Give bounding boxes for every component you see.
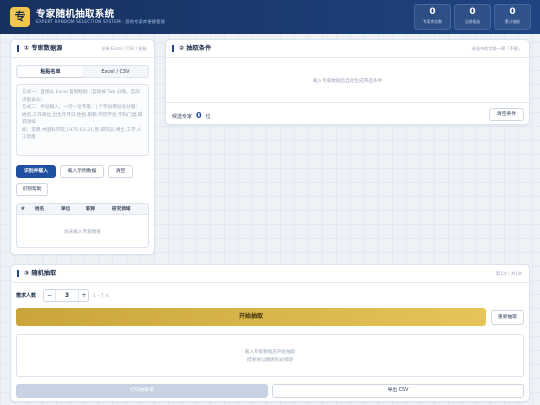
divider <box>11 282 529 283</box>
card-title: ③ 随机抽取 <box>17 270 56 277</box>
paste-textarea[interactable]: 方式一：直接从 Excel 复制粘贴（自动按 Tab 分隔，自动识别表头） 方式… <box>16 84 149 156</box>
candidates-count: 0 <box>195 111 202 120</box>
card-title: ② 抽取条件 <box>172 45 211 52</box>
textarea-placeholder: 方式一：直接从 Excel 复制粘贴（自动按 Tab 分隔，自动识别表头） 方式… <box>22 90 143 140</box>
candidates-unit: 位 <box>205 114 211 120</box>
result-area: 载入专家数据后开始抽取 结果将以翻牌形式揭晓 <box>16 334 524 377</box>
redraw-button[interactable]: 重新抽取 <box>491 310 524 325</box>
minus-button[interactable]: − <box>44 290 56 301</box>
print-draw-sheet-button[interactable]: 打印抽取单 <box>16 384 268 398</box>
filter-card: ② 抽取条件 未选中的字段一律「不限」 载入专家数据后自动生成筛选条件 候选专家… <box>165 39 530 125</box>
load-sample-button[interactable]: 载入示例数据 <box>60 165 104 178</box>
stat-label: 累计抽取 <box>504 19 521 24</box>
divider <box>166 102 529 103</box>
column-index: # <box>21 207 25 212</box>
stat-cumulative-draws: 0 累计抽取 <box>494 4 531 30</box>
divider <box>11 57 154 58</box>
app-subtitle: EXPERT RANDOM SELECTION SYSTEM · 您的专家库便捷… <box>36 19 165 24</box>
start-draw-button[interactable]: 开始抽取 <box>16 308 486 326</box>
count-stepper: − 3 + <box>43 289 89 302</box>
result-empty-line1: 载入专家数据后开始抽取 <box>244 350 296 355</box>
app-title: 专家随机抽取系统 <box>36 9 115 20</box>
logo-icon: 专 <box>10 7 30 27</box>
expert-table: # 姓名 单位 职称 研究领域 尚未载入专家数据 <box>16 203 149 248</box>
stat-value: 0 <box>509 7 516 17</box>
column-name: 姓名 <box>35 207 45 212</box>
card-title: ① 专家数据源 <box>17 45 62 52</box>
card-hint: 第1次 / 共1次 <box>495 271 522 276</box>
table-header: # 姓名 单位 职称 研究领域 <box>17 204 148 215</box>
source-tabs: 粘贴名单 Excel / CSV <box>16 65 149 78</box>
draw-card: ③ 随机抽取 第1次 / 共1次 <box>10 264 530 402</box>
card-hint: 支持 Excel / CSV / 粘贴 <box>101 46 147 51</box>
plus-button[interactable]: + <box>78 290 89 301</box>
count-label: 需求人数 <box>16 293 37 299</box>
filter-empty-text: 载入专家数据后自动生成筛选条件 <box>313 79 382 84</box>
table-empty-text: 尚未载入专家数据 <box>64 230 101 235</box>
app-header: 专 专家随机抽取系统 EXPERT RANDOM SELECTION SYSTE… <box>0 0 540 34</box>
count-value[interactable]: 3 <box>56 290 78 301</box>
export-csv-button[interactable]: 导出 CSV <box>272 384 524 398</box>
tab-excel-csv[interactable]: Excel / CSV <box>83 67 148 77</box>
stat-label: 当前候选 <box>464 19 481 24</box>
candidates-label: 候选专家 <box>172 114 193 120</box>
result-empty-line2: 结果将以翻牌形式揭晓 <box>247 358 293 363</box>
parse-load-button[interactable]: 识别并载入 <box>16 165 56 178</box>
tab-paste-list[interactable]: 粘贴名单 <box>18 67 83 77</box>
stat-value: 0 <box>429 7 436 17</box>
help-button[interactable]: 识别帮助 <box>16 183 48 196</box>
card-hint: 未选中的字段一律「不限」 <box>471 46 522 51</box>
column-unit: 单位 <box>61 207 71 212</box>
candidates-summary: 候选专家 0 位 <box>172 111 210 120</box>
clear-button[interactable]: 清空 <box>108 165 133 178</box>
stat-label: 专家库总数 <box>423 19 442 24</box>
stat-current-candidates: 0 当前候选 <box>454 4 491 30</box>
stat-value: 0 <box>469 7 476 17</box>
column-title: 职称 <box>86 207 96 212</box>
count-range: 1 – 7 人 <box>93 294 110 299</box>
divider <box>166 57 529 58</box>
clear-conditions-button[interactable]: 清空条件 <box>489 108 524 121</box>
column-field: 研究领域 <box>112 207 131 212</box>
stat-total-experts: 0 专家库总数 <box>414 4 451 30</box>
